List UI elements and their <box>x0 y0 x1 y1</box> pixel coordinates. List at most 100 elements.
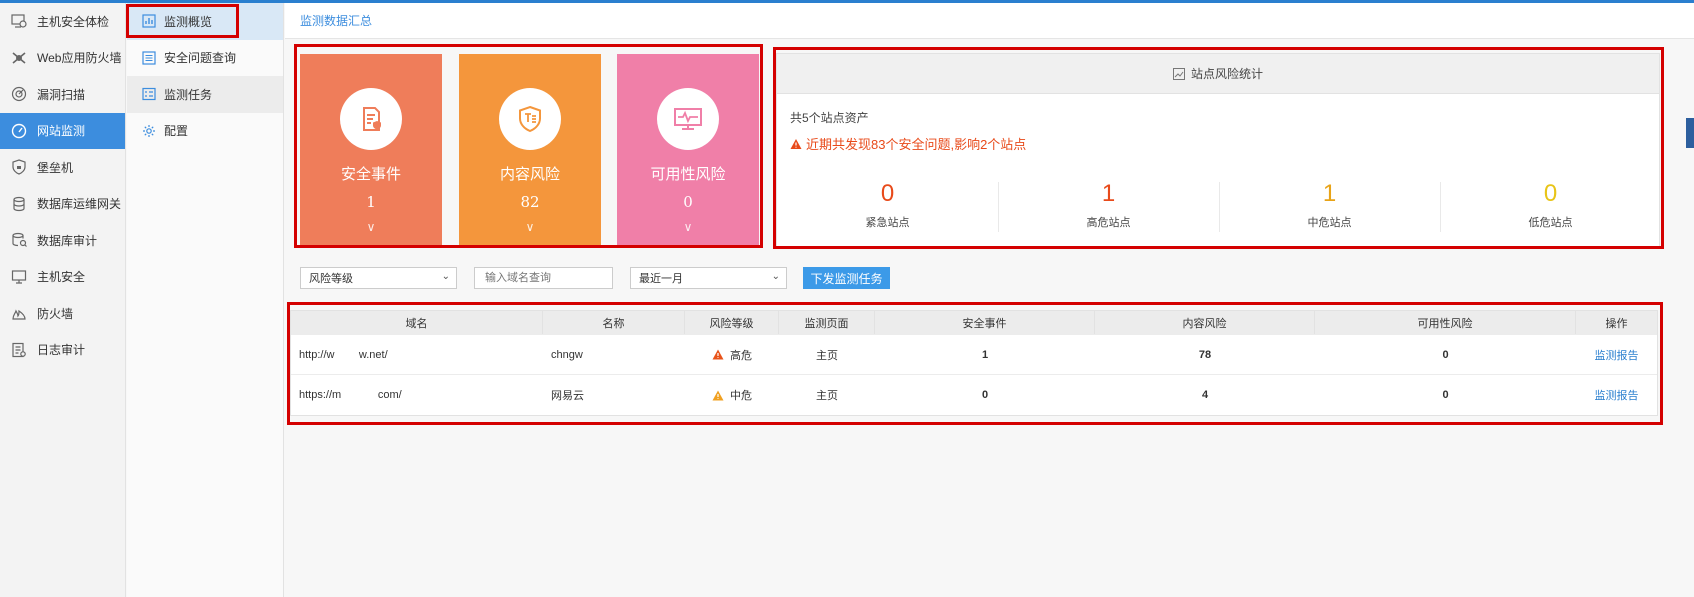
cell-availability-risk: 0 <box>1442 348 1449 361</box>
database-icon <box>10 195 28 213</box>
risk-level-text: 高危 <box>730 349 752 362</box>
sidebar-item-label: 漏洞扫描 <box>37 87 86 102</box>
column-header-content-risk[interactable]: 内容风险 <box>1095 311 1315 334</box>
risk-level-select[interactable]: 风险等级 ⌄ <box>300 267 457 289</box>
column-header-domain[interactable]: 域名 <box>291 311 543 334</box>
shield-icon <box>10 158 28 176</box>
monitor-icon <box>10 268 28 286</box>
warning-icon <box>712 390 724 401</box>
risk-alert-text: 近期共发现83个安全问题,影响2个站点 <box>806 137 1027 152</box>
risk-alert: 近期共发现83个安全问题,影响2个站点 <box>790 134 1026 153</box>
stat-high-risk-sites[interactable]: 1 高危站点 <box>998 179 1219 239</box>
waf-icon <box>10 49 28 67</box>
chart-icon <box>1172 67 1185 80</box>
sidebar-item-label: 数据库审计 <box>37 233 98 248</box>
site-asset-total: 共5个站点资产 <box>790 111 869 125</box>
risk-level-select-value: 风险等级 <box>309 273 353 285</box>
period-select-value: 最近一月 <box>639 273 683 285</box>
sub-menu: 监测概览 安全问题查询 监测任务 配置 <box>127 3 284 597</box>
stat-low-risk-sites[interactable]: 0 低危站点 <box>1440 179 1661 239</box>
sidebar-item-label: 防火墙 <box>37 306 74 321</box>
host-check-icon <box>10 12 28 30</box>
availability-monitor-icon <box>657 88 719 150</box>
cell-name: 网易云 <box>551 390 584 402</box>
warning-icon <box>712 349 724 360</box>
cell-risk-level: 高危 <box>685 335 779 374</box>
chevron-down-icon[interactable]: ∨ <box>459 220 601 234</box>
sidebar-item-waf[interactable]: Web应用防火墙 <box>0 40 125 77</box>
dispatch-task-button[interactable]: 下发监测任务 <box>803 267 890 289</box>
sidebar-item-bastion[interactable]: 堡垒机 <box>0 149 125 186</box>
stat-label: 高危站点 <box>1086 217 1131 229</box>
sidebar-item-vuln-scan[interactable]: 漏洞扫描 <box>0 76 125 113</box>
column-header-page[interactable]: 监测页面 <box>779 311 875 334</box>
sidebar-item-label: 日志审计 <box>37 343 86 358</box>
stat-emergency-sites[interactable]: 0 紧急站点 <box>777 179 998 239</box>
sidebar-item-log-audit[interactable]: 日志审计 <box>0 332 125 369</box>
card-title: 可用性风险 <box>650 166 726 183</box>
breadcrumb-label[interactable]: 监测数据汇总 <box>300 12 372 29</box>
table-row: https://m com/ 网易云 中危 主页 0 4 0 监测报告 <box>291 375 1657 415</box>
sidebar-item-db-audit[interactable]: 数据库审计 <box>0 222 125 259</box>
cell-risk-level: 中危 <box>685 375 779 415</box>
site-risk-title: 站点风险统计 <box>1190 67 1263 81</box>
cell-content-risk: 4 <box>1201 389 1209 401</box>
sidebar-item-label: 主机安全体检 <box>37 14 110 29</box>
sidebar-item-label: 网站监测 <box>37 124 86 139</box>
firewall-icon <box>10 304 28 322</box>
card-count: 82 <box>520 193 540 211</box>
chevron-down-icon[interactable]: ∨ <box>300 220 442 234</box>
card-title: 内容风险 <box>499 166 560 183</box>
cell-security-events: 1 <box>981 348 989 361</box>
chevron-down-icon[interactable]: ∨ <box>617 220 759 234</box>
submenu-item-label: 监测任务 <box>164 87 213 102</box>
cell-content-risk: 78 <box>1198 348 1212 361</box>
period-select[interactable]: 最近一月 ⌄ <box>630 267 787 289</box>
stat-value: 0 <box>880 180 895 207</box>
sidebar-item-label: 堡垒机 <box>37 160 74 175</box>
cell-page: 主页 <box>816 390 838 402</box>
stat-medium-risk-sites[interactable]: 1 中危站点 <box>1219 179 1440 239</box>
sidebar-item-firewall[interactable]: 防火墙 <box>0 295 125 332</box>
log-icon <box>10 341 28 359</box>
breadcrumb: 监测数据汇总 <box>285 3 1694 39</box>
column-header-name[interactable]: 名称 <box>543 311 685 334</box>
stat-label: 中危站点 <box>1307 217 1352 229</box>
monitor-report-link[interactable]: 监测报告 <box>1576 375 1657 415</box>
card-count: 1 <box>366 193 376 211</box>
sidebar-item-host-check[interactable]: 主机安全体检 <box>0 3 125 40</box>
column-header-availability-risk[interactable]: 可用性风险 <box>1315 311 1576 334</box>
submenu-item-overview[interactable]: 监测概览 <box>127 3 283 40</box>
content-shield-icon <box>499 88 561 150</box>
cell-availability-risk: 0 <box>1442 389 1449 401</box>
column-header-security-events[interactable]: 安全事件 <box>875 311 1095 334</box>
column-header-actions: 操作 <box>1605 317 1628 330</box>
gauge-icon <box>10 122 28 140</box>
table-header-row: 域名 名称 风险等级 监测页面 安全事件 内容风险 可用性风险 操作 <box>291 311 1657 335</box>
card-availability-risk[interactable]: 可用性风险 0 ∨ <box>617 54 759 248</box>
sidebar-item-site-monitor[interactable]: 网站监测 <box>0 112 125 149</box>
monitor-report-link[interactable]: 监测报告 <box>1576 335 1657 374</box>
list-icon <box>142 51 156 65</box>
submenu-item-issue-query[interactable]: 安全问题查询 <box>127 40 283 77</box>
card-content-risk[interactable]: 内容风险 82 ∨ <box>459 54 601 248</box>
card-security-events[interactable]: 安全事件 1 ∨ <box>300 54 442 248</box>
edge-strip <box>1686 118 1694 148</box>
submenu-item-label: 监测概览 <box>164 14 213 29</box>
sidebar-item-db-gateway[interactable]: 数据库运维网关 <box>0 186 125 223</box>
site-risk-panel: 站点风险统计 共5个站点资产 近期共发现83个安全问题,影响2个站点 0 紧急站… <box>776 53 1660 248</box>
card-count: 0 <box>683 193 693 211</box>
submenu-item-tasks[interactable]: 监测任务 <box>127 76 283 113</box>
submenu-item-config[interactable]: 配置 <box>127 113 283 150</box>
domain-search-input[interactable] <box>474 267 613 289</box>
stat-label: 低危站点 <box>1528 217 1573 229</box>
sidebar-item-host-security[interactable]: 主机安全 <box>0 259 125 296</box>
chevron-down-icon: ⌄ <box>771 271 780 282</box>
stat-value: 1 <box>1322 180 1337 207</box>
db-audit-icon <box>10 231 28 249</box>
table-row: http://w w.net/ chngw 高危 主页 1 78 0 监测报告 <box>291 335 1657 375</box>
cell-domain: https://m com/ <box>299 389 402 401</box>
stat-value: 0 <box>1543 180 1558 207</box>
column-header-risk-level[interactable]: 风险等级 <box>685 311 779 334</box>
gear-icon <box>142 124 156 138</box>
